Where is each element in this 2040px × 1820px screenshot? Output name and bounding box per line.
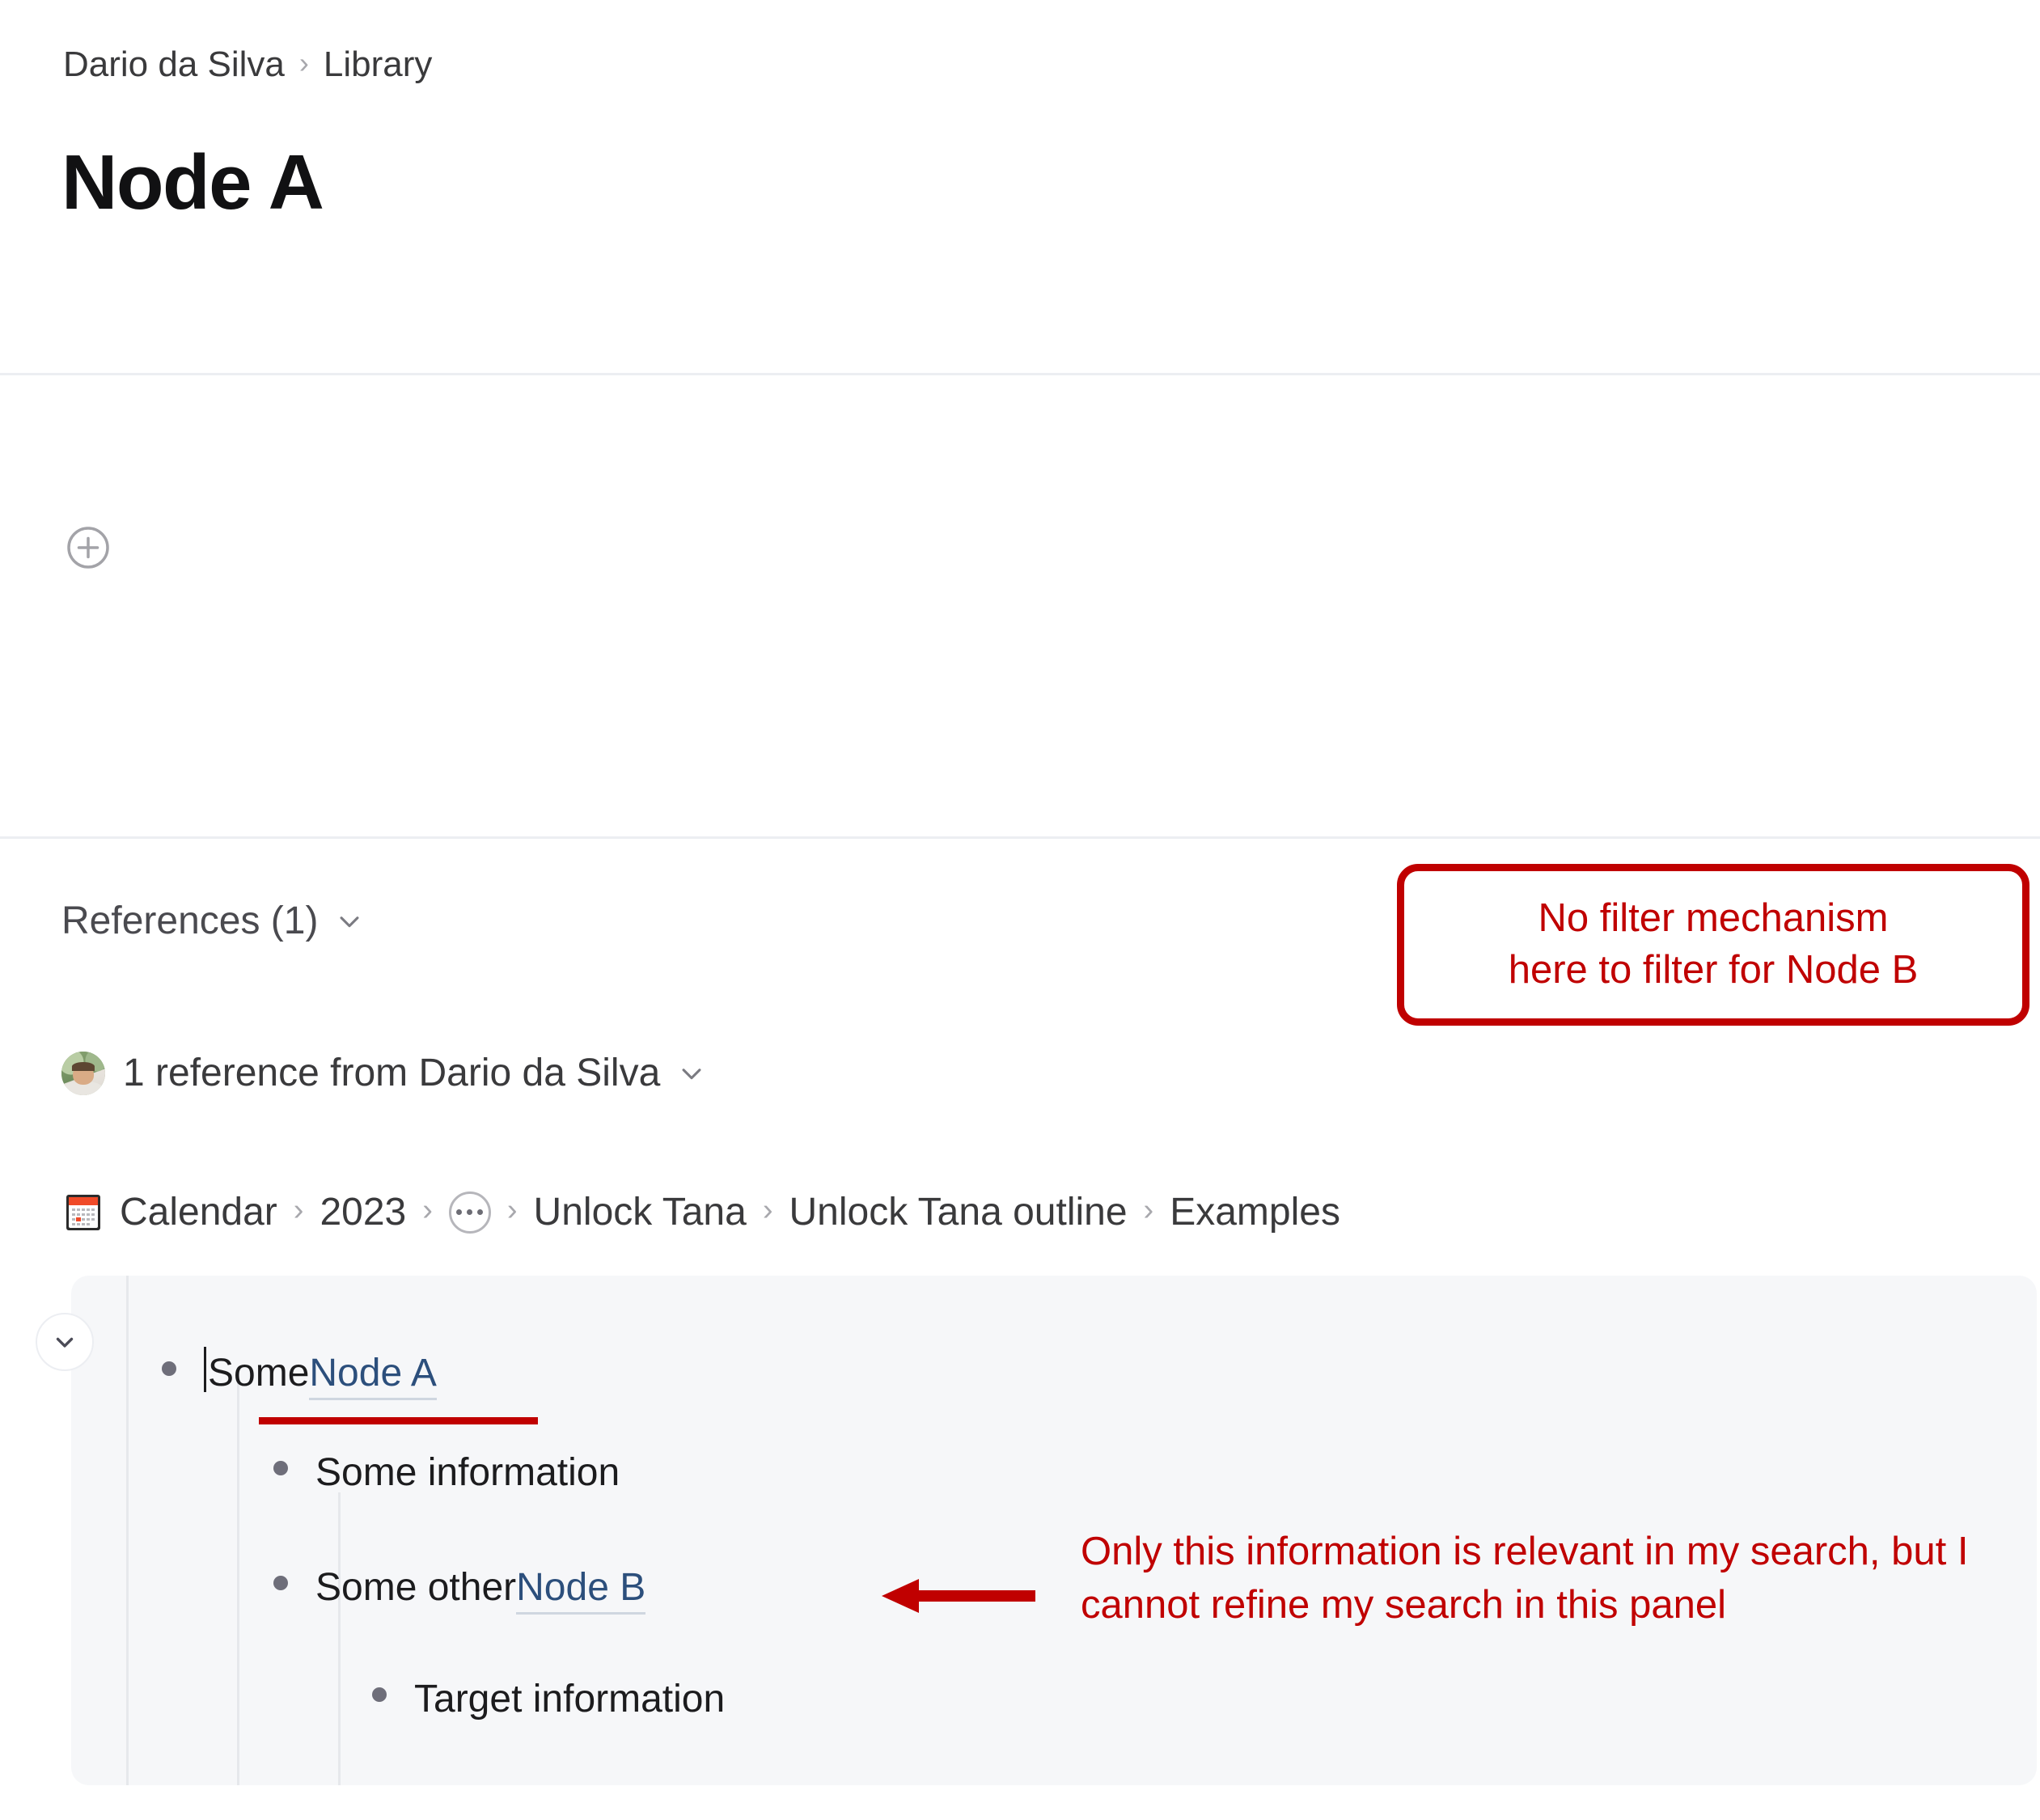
source-crumb-unlock-tana[interactable]: Unlock Tana bbox=[534, 1190, 747, 1234]
source-crumb-unlock-tana-outline[interactable]: Unlock Tana outline bbox=[789, 1190, 1127, 1234]
bullet-icon[interactable] bbox=[162, 1361, 176, 1376]
source-crumb-examples[interactable]: Examples bbox=[1170, 1190, 1340, 1234]
more-dots-icon[interactable] bbox=[448, 1191, 491, 1234]
breadcrumb: Dario da Silva › Library bbox=[63, 44, 432, 85]
bullet-icon[interactable] bbox=[273, 1461, 288, 1475]
chevron-right-icon: › bbox=[298, 46, 309, 79]
outline-row-text: Some bbox=[208, 1352, 310, 1395]
reference-group-header[interactable]: 1 reference from Dario da Silva bbox=[61, 1051, 705, 1095]
outline-row[interactable]: Target information bbox=[372, 1680, 725, 1719]
annotation-box-line2: here to filter for Node B bbox=[1508, 948, 1919, 992]
chevron-down-icon[interactable] bbox=[678, 1060, 705, 1087]
reference-group-label: 1 reference from Dario da Silva bbox=[123, 1052, 661, 1094]
outline-row-text: Some information bbox=[315, 1451, 620, 1494]
node-reference-link[interactable]: Node B bbox=[516, 1568, 646, 1615]
references-header[interactable]: References (1) bbox=[61, 899, 363, 943]
outline-row-text: Some other bbox=[315, 1566, 517, 1609]
avatar bbox=[61, 1051, 105, 1095]
chevron-down-icon[interactable] bbox=[336, 908, 363, 935]
strikethrough-line bbox=[259, 1417, 538, 1424]
bullet-icon[interactable] bbox=[372, 1687, 387, 1702]
source-crumb-year[interactable]: 2023 bbox=[320, 1190, 406, 1234]
outline-row[interactable]: Some information bbox=[273, 1454, 620, 1492]
chevron-right-icon: › bbox=[762, 1193, 773, 1227]
outline-row[interactable]: Some other Node B bbox=[273, 1566, 646, 1615]
chevron-right-icon: › bbox=[422, 1193, 433, 1227]
source-breadcrumb: Calendar › 2023 › › Unlock Tana › Unlock… bbox=[63, 1190, 1340, 1234]
breadcrumb-item-workspace[interactable]: Dario da Silva bbox=[63, 44, 285, 85]
chevron-right-icon: › bbox=[506, 1193, 518, 1227]
annotation-box-line1: No filter mechanism bbox=[1538, 896, 1889, 941]
outline-row[interactable]: Some Node A bbox=[162, 1340, 437, 1400]
outline-row-text: Target information bbox=[414, 1678, 726, 1721]
references-header-label: References (1) bbox=[61, 899, 319, 942]
chevron-down-icon[interactable] bbox=[36, 1313, 94, 1371]
node-content-area bbox=[0, 375, 2040, 836]
left-arrow-icon bbox=[882, 1572, 1035, 1619]
chevron-right-icon: › bbox=[1143, 1193, 1154, 1227]
indent-guide bbox=[237, 1371, 239, 1785]
annotation-box-no-filter: No filter mechanism here to filter for N… bbox=[1397, 864, 2029, 1026]
page-header: Dario da Silva › Library Node A bbox=[0, 0, 2040, 374]
calendar-icon bbox=[63, 1192, 104, 1233]
breadcrumb-item-library[interactable]: Library bbox=[324, 44, 433, 85]
chevron-right-icon: › bbox=[293, 1193, 304, 1227]
indent-guide bbox=[338, 1492, 341, 1785]
indent-guide bbox=[126, 1276, 129, 1785]
plus-circle-icon[interactable] bbox=[66, 526, 110, 569]
text-caret bbox=[204, 1347, 206, 1392]
bullet-icon[interactable] bbox=[273, 1576, 288, 1590]
source-crumb-calendar[interactable]: Calendar bbox=[120, 1190, 277, 1234]
node-reference-link[interactable]: Node A bbox=[309, 1354, 437, 1400]
page-title: Node A bbox=[61, 139, 324, 226]
annotation-callout-relevant-info: Only this information is relevant in my … bbox=[1081, 1530, 1969, 1627]
